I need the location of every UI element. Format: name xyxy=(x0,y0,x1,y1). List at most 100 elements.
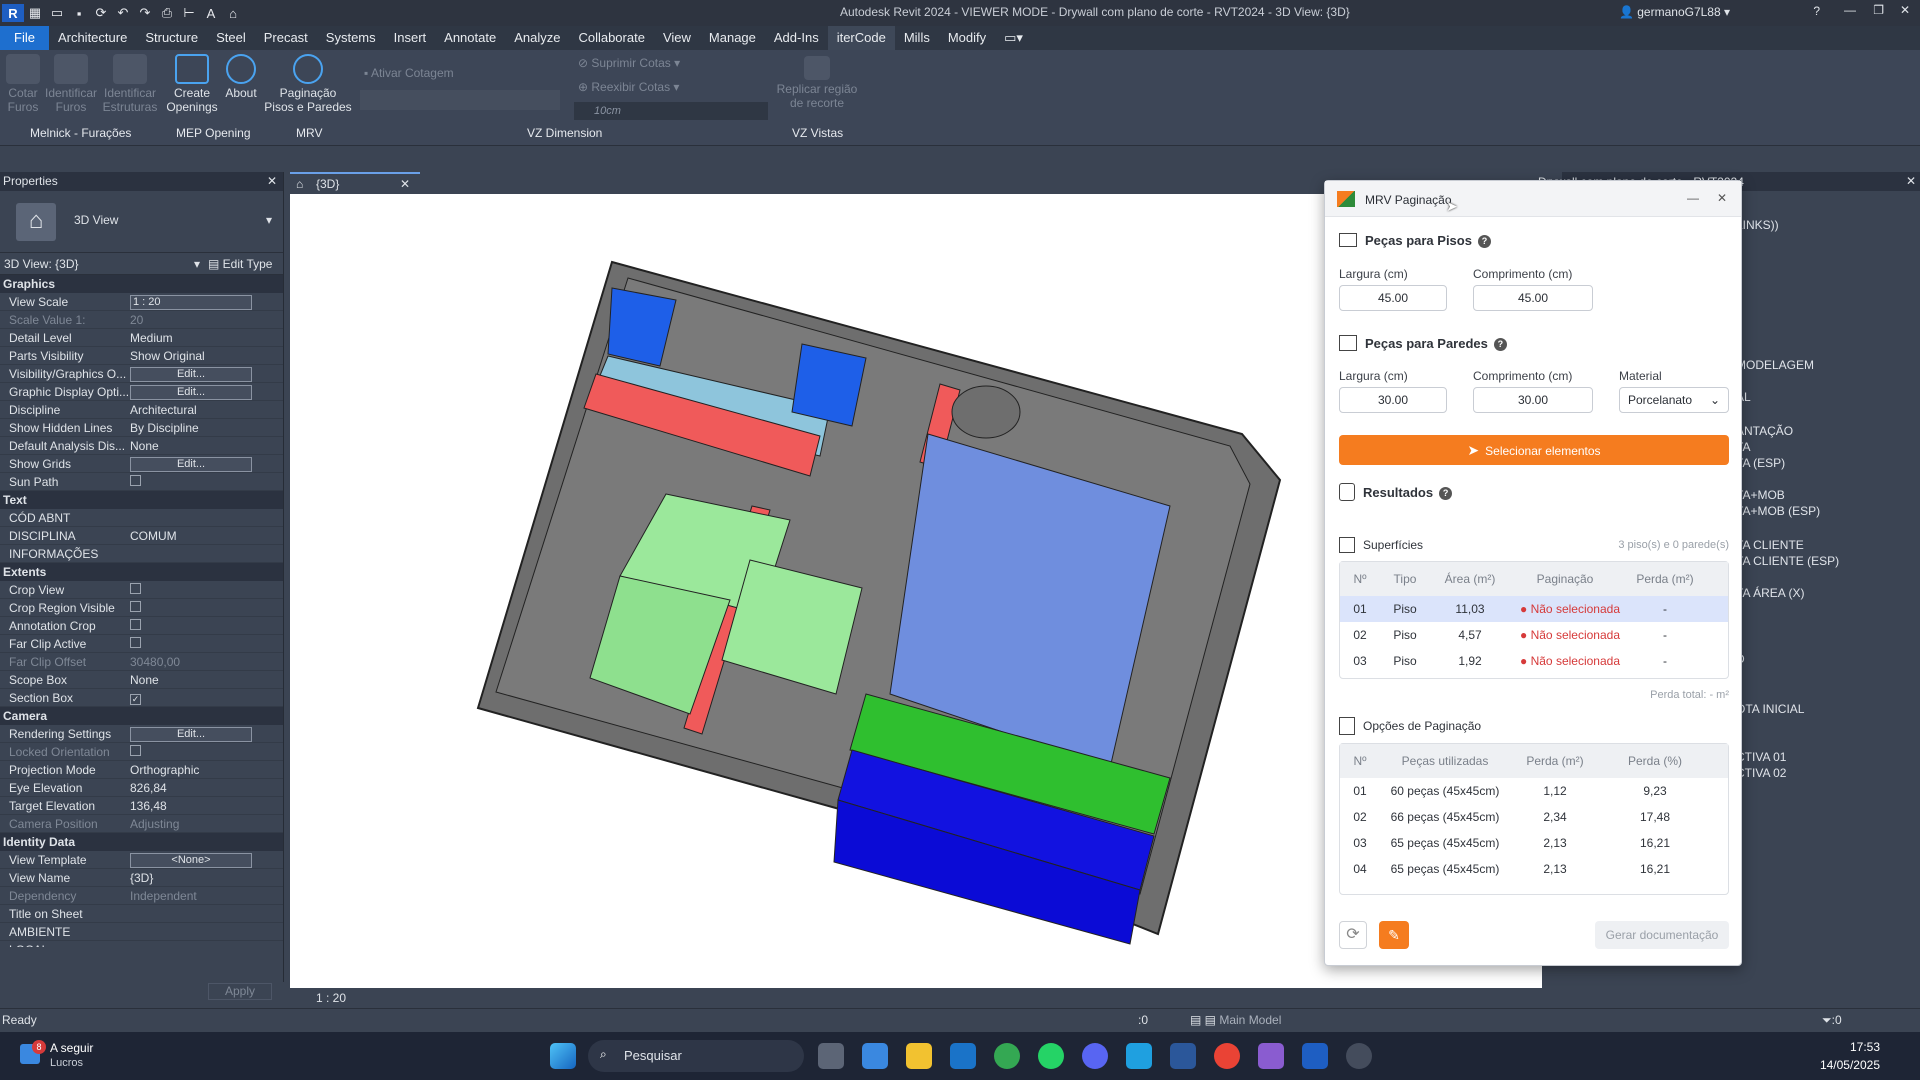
property-value[interactable]: Edit... xyxy=(128,726,283,742)
table-row[interactable]: 01 60 peças (45x45cm) 1,12 9,23 xyxy=(1340,778,1728,804)
replicar-regiao-button[interactable]: Replicar região de recorte xyxy=(772,56,862,110)
property-value[interactable]: None xyxy=(128,673,283,687)
property-value[interactable]: Show Original xyxy=(128,349,283,363)
apply-button[interactable]: Apply xyxy=(208,983,272,1000)
ativar-cotagem-button[interactable]: ▪ Ativar Cotagem xyxy=(364,66,454,80)
column-header[interactable]: Nº xyxy=(1340,572,1380,586)
property-value[interactable] xyxy=(128,582,283,597)
section-camera[interactable]: Camera xyxy=(0,707,283,725)
tab-mills[interactable]: Mills xyxy=(895,26,939,50)
tab-3d-view[interactable]: ⌂ {3D} ✕ xyxy=(290,172,420,194)
column-header[interactable]: Perda (m²) xyxy=(1620,572,1710,586)
section-graphics[interactable]: Graphics xyxy=(0,275,283,293)
tab-manage[interactable]: Manage xyxy=(700,26,765,50)
browser-item[interactable]: MODELAGEM xyxy=(1736,358,1814,372)
table-row[interactable]: 01 Piso 11,03 ● Não selecionada - xyxy=(1340,596,1728,622)
edit-button[interactable]: Edit... xyxy=(130,384,252,400)
windows-start-icon[interactable] xyxy=(550,1043,576,1069)
taskbar-search[interactable]: ⌕ Pesquisar xyxy=(588,1040,804,1072)
chrome-2-icon[interactable] xyxy=(1214,1043,1240,1069)
clear-button[interactable]: ✎ xyxy=(1379,921,1409,949)
close-browser-icon[interactable]: ✕ xyxy=(1906,174,1916,188)
filter-icon[interactable]: ⏷ xyxy=(1822,1013,1832,1027)
tab-insert[interactable]: Insert xyxy=(385,26,436,50)
discord-icon[interactable] xyxy=(1082,1043,1108,1069)
tab-file[interactable]: File xyxy=(0,26,49,50)
m365-icon[interactable] xyxy=(862,1043,888,1069)
pisos-largura-input[interactable]: 45.00 xyxy=(1339,285,1447,311)
section-text[interactable]: Text xyxy=(0,491,283,509)
maximize-window-icon[interactable]: ❐ xyxy=(1873,3,1884,17)
property-value[interactable] xyxy=(128,474,283,489)
settings-icon[interactable] xyxy=(1346,1043,1372,1069)
gerar-documentacao-button[interactable]: Gerar documentação xyxy=(1595,921,1729,949)
table-row[interactable]: 03 Piso 1,92 ● Não selecionada - xyxy=(1340,648,1728,674)
help-icon[interactable]: ? xyxy=(1493,338,1507,351)
property-value[interactable]: <None> xyxy=(128,852,283,868)
view-scale-label[interactable]: 1 : 20 xyxy=(316,991,346,1005)
tab-precast[interactable]: Precast xyxy=(255,26,317,50)
table-row[interactable]: 04 65 peças (45x45cm) 2,13 16,21 xyxy=(1340,856,1728,882)
property-value[interactable]: 136,48 xyxy=(128,799,283,813)
clock-time[interactable]: 17:53 xyxy=(1850,1040,1880,1054)
paredes-largura-input[interactable]: 30.00 xyxy=(1339,387,1447,413)
tab-collaborate[interactable]: Collaborate xyxy=(569,26,654,50)
minimize-window-icon[interactable]: — xyxy=(1844,3,1856,17)
3d-view-icon[interactable]: ⌂ xyxy=(222,4,244,22)
edit-type-button[interactable]: ▤ Edit Type xyxy=(208,257,272,271)
pisos-comprimento-input[interactable]: 45.00 xyxy=(1473,285,1593,311)
save-icon[interactable]: ▪ xyxy=(68,4,90,22)
browser-item[interactable]: CTIVA 02 xyxy=(1736,766,1786,780)
scale-input[interactable]: 1 : 20 xyxy=(130,294,252,310)
measure-icon[interactable]: ⊢ xyxy=(178,4,200,22)
column-header[interactable]: Área (m²) xyxy=(1430,572,1510,586)
checkbox[interactable]: ✓ xyxy=(130,693,141,705)
checkbox[interactable] xyxy=(130,636,141,648)
tab-steel[interactable]: Steel xyxy=(207,26,255,50)
text-icon[interactable]: A xyxy=(200,4,222,22)
tab-analyze[interactable]: Analyze xyxy=(505,26,569,50)
property-value[interactable]: By Discipline xyxy=(128,421,283,435)
column-header[interactable]: Peças utilizadas xyxy=(1380,754,1510,768)
browser-item[interactable]: TA ÁREA (X) xyxy=(1736,586,1804,600)
create-openings-button[interactable]: Create Openings xyxy=(162,54,222,114)
browser-item[interactable]: TA (ESP) xyxy=(1736,456,1785,470)
property-value[interactable]: None xyxy=(128,439,283,453)
outlook-icon[interactable] xyxy=(950,1043,976,1069)
property-value[interactable]: Architectural xyxy=(128,403,283,417)
file-explorer-icon[interactable] xyxy=(906,1043,932,1069)
property-value[interactable] xyxy=(128,636,283,651)
edit-button[interactable]: <None> xyxy=(130,852,252,868)
material-select[interactable]: Porcelanato ⌄ xyxy=(1619,387,1729,413)
tab-architecture[interactable]: Architecture xyxy=(49,26,136,50)
property-value[interactable]: Edit... xyxy=(128,456,283,472)
property-value[interactable]: 1 : 20 xyxy=(128,294,283,310)
help-icon[interactable]: ? xyxy=(1477,235,1491,248)
word-icon[interactable] xyxy=(1170,1043,1196,1069)
tab-structure[interactable]: Structure xyxy=(136,26,207,50)
browser-item[interactable]: LINKS)) xyxy=(1736,218,1779,232)
browser-item[interactable]: TA+MOB xyxy=(1736,488,1785,502)
clock-date[interactable]: 14/05/2025 xyxy=(1820,1058,1880,1072)
instance-selector[interactable]: 3D View: {3D} ▾ xyxy=(4,257,200,271)
weather-widget[interactable]: 8 A seguir Lucros xyxy=(18,1038,138,1074)
section-identity-data[interactable]: Identity Data xyxy=(0,833,283,851)
column-header[interactable]: Nº xyxy=(1340,754,1380,768)
tab-annotate[interactable]: Annotate xyxy=(435,26,505,50)
property-value[interactable]: Edit... xyxy=(128,366,283,382)
open-icon[interactable]: ▭ xyxy=(46,4,68,22)
paginacao-button[interactable]: Paginação Pisos e Paredes xyxy=(264,54,352,114)
close-view-tab-icon[interactable]: ✕ xyxy=(400,174,410,194)
home-icon[interactable]: ▦ xyxy=(24,4,46,22)
type-selector[interactable]: ⌂ 3D View ▾ xyxy=(0,191,283,253)
property-value[interactable] xyxy=(128,600,283,615)
vz-input-strip[interactable] xyxy=(360,90,560,110)
redo-icon[interactable]: ↷ xyxy=(134,4,156,22)
minimize-dialog-icon[interactable]: — xyxy=(1687,191,1699,205)
revit-taskbar-icon[interactable] xyxy=(1302,1043,1328,1069)
browser-item[interactable]: ANTAÇÃO xyxy=(1736,424,1793,438)
visual-studio-icon[interactable] xyxy=(1258,1043,1284,1069)
revit-logo-icon[interactable]: R xyxy=(2,4,24,22)
model-selector[interactable]: ▤ ▤ Main Model xyxy=(1190,1009,1281,1031)
table-row[interactable]: 03 65 peças (45x45cm) 2,13 16,21 xyxy=(1340,830,1728,856)
